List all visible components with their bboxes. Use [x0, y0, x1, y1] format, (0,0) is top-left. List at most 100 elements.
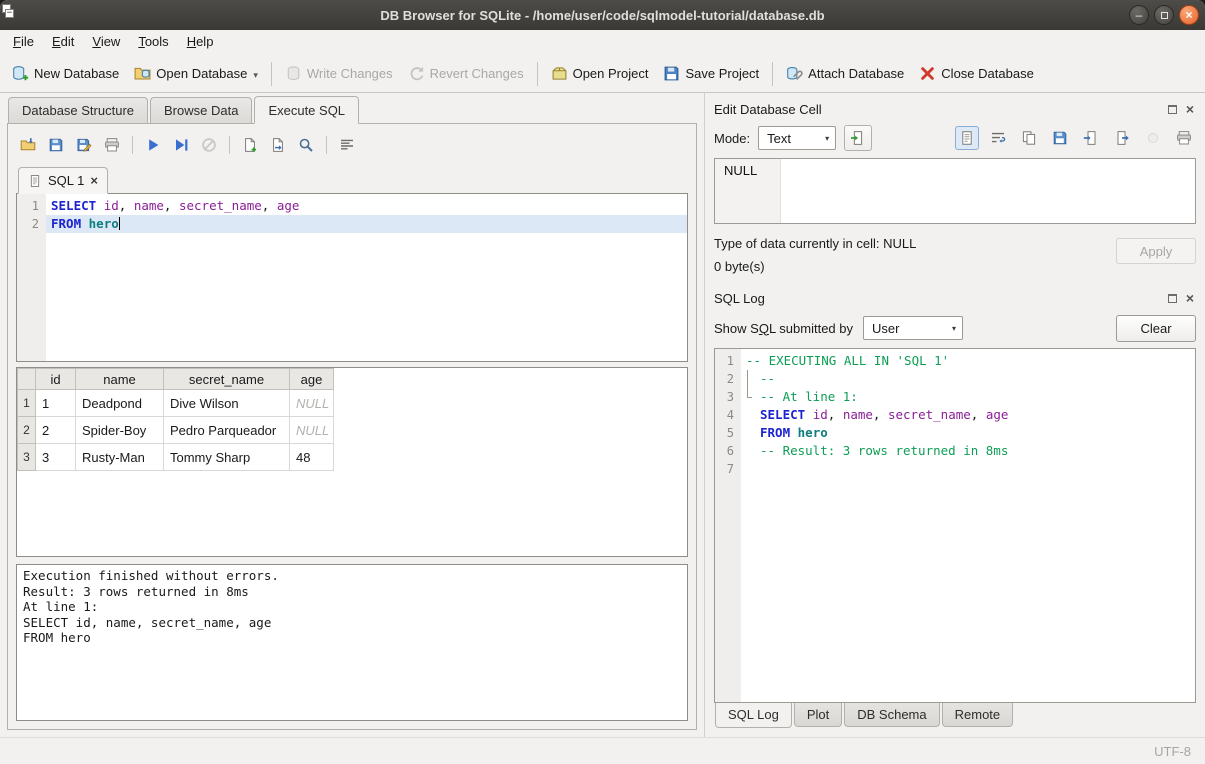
submitted-by-select[interactable]: User ▾	[863, 316, 963, 340]
close-window-button-icon[interactable]: ×	[1179, 5, 1199, 25]
menu-tools[interactable]: Tools	[129, 30, 177, 55]
sql-log-editor[interactable]: 1−-- EXECUTING ALL IN 'SQL 1'2--3-- At l…	[714, 348, 1196, 703]
toolbar-write-changes: Write Changes	[278, 60, 400, 87]
code-text: SELECT id, name, secret_name, age	[755, 406, 1195, 424]
word-wrap-button[interactable]	[986, 126, 1010, 150]
table-cell[interactable]: Deadpond	[76, 390, 164, 417]
fold-marker	[741, 406, 755, 424]
copy-cell-button[interactable]	[1017, 126, 1041, 150]
export-cell-button[interactable]	[1110, 126, 1134, 150]
edit-cell-close-icon[interactable]: ×	[1186, 105, 1194, 114]
sql-editor[interactable]: 1SELECT id, name, secret_name, age2FROM …	[16, 194, 688, 362]
import-file-icon	[850, 130, 866, 146]
tab-sql-1[interactable]: SQL 1 ×	[18, 167, 108, 194]
encoding-indicator[interactable]: UTF-8	[1154, 744, 1191, 759]
row-number[interactable]: 3	[18, 444, 36, 471]
toolbar-close-database[interactable]: Close Database	[912, 60, 1041, 87]
print-cell-button[interactable]	[1172, 126, 1196, 150]
code-line: 2FROM hero	[17, 215, 687, 233]
import-from-file-button[interactable]	[844, 125, 872, 151]
titlebar[interactable]: DB Browser for SQLite - /home/user/code/…	[0, 0, 1205, 30]
cell-editor[interactable]: NULL	[714, 158, 1196, 224]
main-area: Database StructureBrowse DataExecute SQL…	[0, 93, 1205, 737]
menu-view[interactable]: View	[83, 30, 129, 55]
tab-sql-log[interactable]: SQL Log	[715, 703, 792, 728]
table-cell[interactable]: 48	[290, 444, 334, 471]
write-changes-icon	[285, 65, 302, 82]
table-cell[interactable]: 3	[36, 444, 76, 471]
clear-button[interactable]: Clear	[1116, 315, 1196, 342]
column-header-age[interactable]: age	[290, 369, 334, 390]
text-mode-button[interactable]	[955, 126, 979, 150]
execute-current-line-button[interactable]	[169, 133, 193, 157]
mode-select[interactable]: Text ▾	[758, 126, 836, 150]
column-header-id[interactable]: id	[36, 369, 76, 390]
dropdown-caret-icon[interactable]: ▾	[253, 70, 258, 82]
edit-cell-float-icon[interactable]	[1168, 105, 1177, 114]
import-cell-button[interactable]	[1079, 126, 1103, 150]
new-sql-tab-button[interactable]	[238, 133, 262, 157]
tab-remote[interactable]: Remote	[942, 703, 1014, 727]
save-cell-button[interactable]	[1048, 126, 1072, 150]
row-number[interactable]: 1	[18, 390, 36, 417]
minimize-button-icon[interactable]: –	[1129, 5, 1149, 25]
column-header-secret-name[interactable]: secret_name	[164, 369, 290, 390]
row-number[interactable]: 2	[18, 417, 36, 444]
cell-editor-controls: Mode: Text ▾	[714, 122, 1196, 154]
table-cell[interactable]: NULL	[290, 390, 334, 417]
toolbar-separator	[229, 136, 230, 154]
cell-editor-area[interactable]	[781, 159, 1195, 223]
main-toolbar: New DatabaseOpen Database▾Write ChangesR…	[0, 55, 1205, 93]
revert-changes-icon	[408, 65, 425, 82]
table-cell[interactable]: Rusty-Man	[76, 444, 164, 471]
set-null-button	[1141, 126, 1165, 150]
import-doc-icon	[1083, 130, 1099, 146]
sql-print-icon	[104, 137, 120, 153]
open-sql-file-button[interactable]	[16, 133, 40, 157]
table-cell[interactable]: NULL	[290, 417, 334, 444]
close-tab-icon[interactable]: ×	[90, 176, 98, 186]
column-header-name[interactable]: name	[76, 369, 164, 390]
toolbar-attach-database[interactable]: Attach Database	[779, 60, 911, 87]
execute-all-button[interactable]	[141, 133, 165, 157]
window-controls: – ×	[1129, 5, 1199, 25]
table-row: 11DeadpondDive WilsonNULL	[18, 390, 334, 417]
table-cell[interactable]: 2	[36, 417, 76, 444]
menu-file[interactable]: File	[4, 30, 43, 55]
sql-log-controls: Show SQL submitted by User ▾ Clear	[714, 311, 1196, 345]
save-sql-file-button[interactable]	[44, 133, 68, 157]
table-cell[interactable]: Dive Wilson	[164, 390, 290, 417]
sql-open-icon	[20, 137, 36, 153]
find-replace-button[interactable]	[294, 133, 318, 157]
print-sql-button[interactable]	[100, 133, 124, 157]
table-cell[interactable]: Pedro Parqueador	[164, 417, 290, 444]
menubar: FileEditViewToolsHelp	[0, 30, 1205, 55]
toolbar-open-database[interactable]: Open Database▾	[127, 60, 265, 87]
sql-stop-icon	[201, 137, 217, 153]
sql-log-close-icon[interactable]: ×	[1186, 294, 1194, 303]
save-sql-file-as-button[interactable]	[72, 133, 96, 157]
menu-edit[interactable]: Edit	[43, 30, 83, 55]
table-cell[interactable]: Spider-Boy	[76, 417, 164, 444]
sql-log-float-icon[interactable]	[1168, 294, 1177, 303]
tab-db-schema[interactable]: DB Schema	[844, 703, 939, 727]
toolbar-open-project[interactable]: Open Project	[544, 60, 656, 87]
tab-database-structure[interactable]: Database Structure	[8, 97, 148, 123]
sql-run-icon	[145, 137, 161, 153]
menu-help[interactable]: Help	[178, 30, 223, 55]
code-line: 5FROM hero	[715, 424, 1195, 442]
format-sql-button[interactable]	[335, 133, 359, 157]
code-text	[755, 460, 1195, 478]
window-title: DB Browser for SQLite - /home/user/code/…	[380, 8, 824, 23]
tab-execute-sql[interactable]: Execute SQL	[254, 96, 359, 124]
code-text: SELECT id, name, secret_name, age	[46, 197, 687, 215]
toolbar-save-project[interactable]: Save Project	[656, 60, 766, 87]
table-cell[interactable]: 1	[36, 390, 76, 417]
toolbar-new-database[interactable]: New Database	[5, 60, 126, 87]
open-sql-in-tab-button[interactable]	[266, 133, 290, 157]
close-database-icon	[919, 65, 936, 82]
table-cell[interactable]: Tommy Sharp	[164, 444, 290, 471]
tab-browse-data[interactable]: Browse Data	[150, 97, 252, 123]
maximize-button-icon[interactable]	[1154, 5, 1174, 25]
tab-plot[interactable]: Plot	[794, 703, 842, 727]
